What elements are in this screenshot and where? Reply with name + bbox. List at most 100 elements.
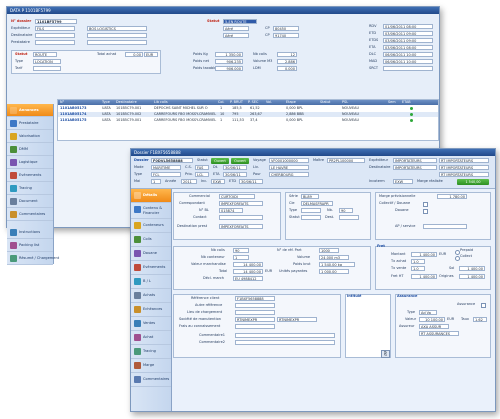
- sidebar-item-tracing[interactable]: Tracing: [7, 182, 53, 195]
- poids-taxable-field[interactable]: 906,000: [215, 66, 243, 71]
- status2-button[interactable]: Ouvert: [231, 158, 249, 164]
- collectif-checkbox[interactable]: [423, 202, 428, 207]
- inc-field[interactable]: EXW: [211, 179, 225, 184]
- etd-field[interactable]: 30/06/11: [239, 179, 263, 184]
- table-row[interactable]: 1101AB05174 UATA 101B5C79-002 CARREFOURS…: [58, 112, 438, 117]
- volume-field[interactable]: 2,886: [277, 59, 297, 64]
- expediteur-name-field[interactable]: BOS LOGISTICS: [87, 26, 147, 31]
- date-etds-field[interactable]: 03/06/2011 09:00: [383, 38, 433, 43]
- sidebar-item-commentaires[interactable]: Commentaires: [7, 208, 53, 221]
- prio-field[interactable]: LCL: [195, 172, 209, 177]
- dt-field[interactable]: 30/06/11: [223, 165, 247, 170]
- table-row[interactable]: 1101AB05175 UATA 101B5C79-001 CARREFOURS…: [58, 118, 438, 123]
- destination-prest-field[interactable]: IMPEXFORFAITS: [219, 224, 263, 229]
- sidebar-item-dmm[interactable]: DMM: [7, 143, 53, 156]
- type-field[interactable]: FCL: [151, 172, 181, 177]
- autre-ref-field[interactable]: [235, 303, 275, 308]
- sidebar-item-marge[interactable]: Marge: [131, 359, 171, 373]
- sidebar-item-achats[interactable]: Achats: [131, 289, 171, 303]
- sidebar-item-valorisation[interactable]: Valorisation: [7, 130, 53, 143]
- statut2-field[interactable]: Aéré: [223, 26, 249, 31]
- destinataire-field[interactable]: IMPORTATEURS: [393, 165, 437, 170]
- cie-field[interactable]: DELMASFRAPR: [301, 201, 333, 206]
- volume-field[interactable]: 24,000 m3: [319, 255, 349, 260]
- destinataire-field[interactable]: [35, 33, 75, 38]
- assurance-type-field[interactable]: Ad Va: [419, 310, 437, 315]
- table-row[interactable]: 1101AB05173 UATA 101B5C79-001 DEPOCHS SA…: [58, 106, 438, 111]
- sidebar-item-conteneurs[interactable]: Conteneurs: [131, 219, 171, 233]
- statut-select[interactable]: 5-EN ROUTE: [223, 19, 257, 24]
- sidebar-item-packing-list[interactable]: Packing list: [7, 239, 53, 252]
- attach-icon[interactable]: ⎘: [381, 350, 390, 358]
- voyage-field[interactable]: VF0001000000: [269, 158, 309, 163]
- col-no[interactable]: N°: [60, 100, 64, 105]
- col-etape[interactable]: Etape: [286, 100, 296, 105]
- sidebar-item-bl[interactable]: B / L: [131, 275, 171, 289]
- prestataire-name-field[interactable]: [87, 40, 147, 45]
- assurance-checkbox[interactable]: [481, 303, 486, 308]
- col-vol[interactable]: Vol.: [266, 100, 272, 105]
- unites-field[interactable]: 1 000,00: [319, 269, 349, 274]
- col-lib[interactable]: Lib colis: [154, 100, 168, 105]
- tarif-field[interactable]: [33, 66, 61, 71]
- pour-field[interactable]: CHERBOURG: [269, 172, 309, 177]
- ref-client-field[interactable]: F1BXF5658888: [235, 296, 275, 301]
- date-dlc-field[interactable]: 06/06/2011 10:00: [383, 52, 433, 57]
- destinataire3-field[interactable]: RT IMPORTATEURS: [439, 172, 489, 177]
- poids-kg-field[interactable]: 1 350,00: [215, 52, 243, 57]
- sidebar-item-tracing[interactable]: Tracing: [131, 345, 171, 359]
- dossier-field[interactable]: F0DVL5658888: [151, 158, 193, 163]
- assurance-taux-field[interactable]: 1,62: [473, 317, 487, 322]
- lieu-field[interactable]: LE HAVRE: [269, 165, 309, 170]
- commentaire2-field[interactable]: [235, 340, 335, 345]
- col-col[interactable]: Col.: [218, 100, 224, 105]
- cp2-field[interactable]: 91740: [273, 33, 299, 38]
- serie-dest-field[interactable]: [339, 215, 359, 220]
- nv-field[interactable]: 1000: [319, 248, 339, 253]
- ldm-field[interactable]: 0,000: [277, 66, 297, 71]
- col-sem[interactable]: Sem: [388, 100, 396, 105]
- valeur-field[interactable]: 14 400,00: [233, 262, 263, 267]
- lieu-chargement-field[interactable]: [235, 310, 275, 315]
- commentaire1-field[interactable]: [235, 333, 335, 338]
- date-srct-field[interactable]: [383, 66, 433, 71]
- statut-code-field[interactable]: ROUTE: [33, 52, 57, 57]
- total-achat-field[interactable]: 0,00: [125, 52, 143, 57]
- nb-conteneur-field[interactable]: 1: [233, 255, 249, 260]
- status-button[interactable]: Ouvert: [211, 158, 229, 164]
- destinataire-name-field[interactable]: [87, 33, 147, 38]
- sidebar-item-evenements[interactable]: Evénements: [7, 169, 53, 182]
- frais-connaissement-field[interactable]: [235, 324, 275, 329]
- assureur-field[interactable]: AXA ASSUR: [419, 324, 449, 329]
- assureur2-field[interactable]: RT ASSURANCES: [419, 331, 459, 336]
- sidebar-item-annonces[interactable]: Annonces: [7, 104, 53, 117]
- prestataire-field[interactable]: [35, 40, 75, 45]
- sidebar-item-contenu[interactable]: Contenu & Financier: [131, 203, 171, 219]
- ap-service-field[interactable]: [423, 224, 467, 229]
- poids-net-field[interactable]: 906,235: [215, 59, 243, 64]
- sidebar-item-instructions[interactable]: Instructions: [7, 226, 53, 239]
- mai-field[interactable]: 1: [151, 179, 161, 184]
- tx-achat-field[interactable]: 1,0: [411, 259, 425, 264]
- sidebar-item-echeances[interactable]: Echéances: [131, 303, 171, 317]
- societe-manutention-field2[interactable]: RTNIMEXPR: [277, 317, 317, 322]
- shipment-no-field[interactable]: 1101BF5799: [35, 19, 77, 24]
- montant-field[interactable]: 1 400,00: [411, 252, 437, 257]
- total-field[interactable]: 14 400,00: [233, 269, 263, 274]
- col-dest[interactable]: Destinataire: [116, 100, 137, 105]
- correspondant-field[interactable]: IMPEXFORFAITS: [219, 201, 263, 206]
- serie-nb-field[interactable]: 90: [339, 208, 353, 213]
- decl-field[interactable]: EU 4988412: [233, 276, 263, 281]
- serie-field[interactable]: BL89: [301, 194, 319, 199]
- col-psec[interactable]: P. SEC: [248, 100, 258, 105]
- col-statut[interactable]: Statut: [320, 100, 330, 105]
- fret-ht-field[interactable]: 1 400,00: [411, 274, 437, 279]
- sidebar-item-resume[interactable]: Résumé / Chargement: [7, 252, 59, 265]
- tx-vente-field[interactable]: 1,0: [411, 266, 425, 271]
- annee-field[interactable]: 2011: [181, 179, 197, 184]
- assurance-valeur-field[interactable]: 10 100,00: [419, 317, 445, 322]
- expediteur2-field[interactable]: RT IMPORTATEURS: [439, 158, 489, 163]
- date-etd-field[interactable]: 03/06/2011 09:00: [383, 31, 433, 36]
- sidebar-item-achat[interactable]: Achat: [131, 331, 171, 345]
- incoterm-field[interactable]: EXW: [393, 179, 413, 184]
